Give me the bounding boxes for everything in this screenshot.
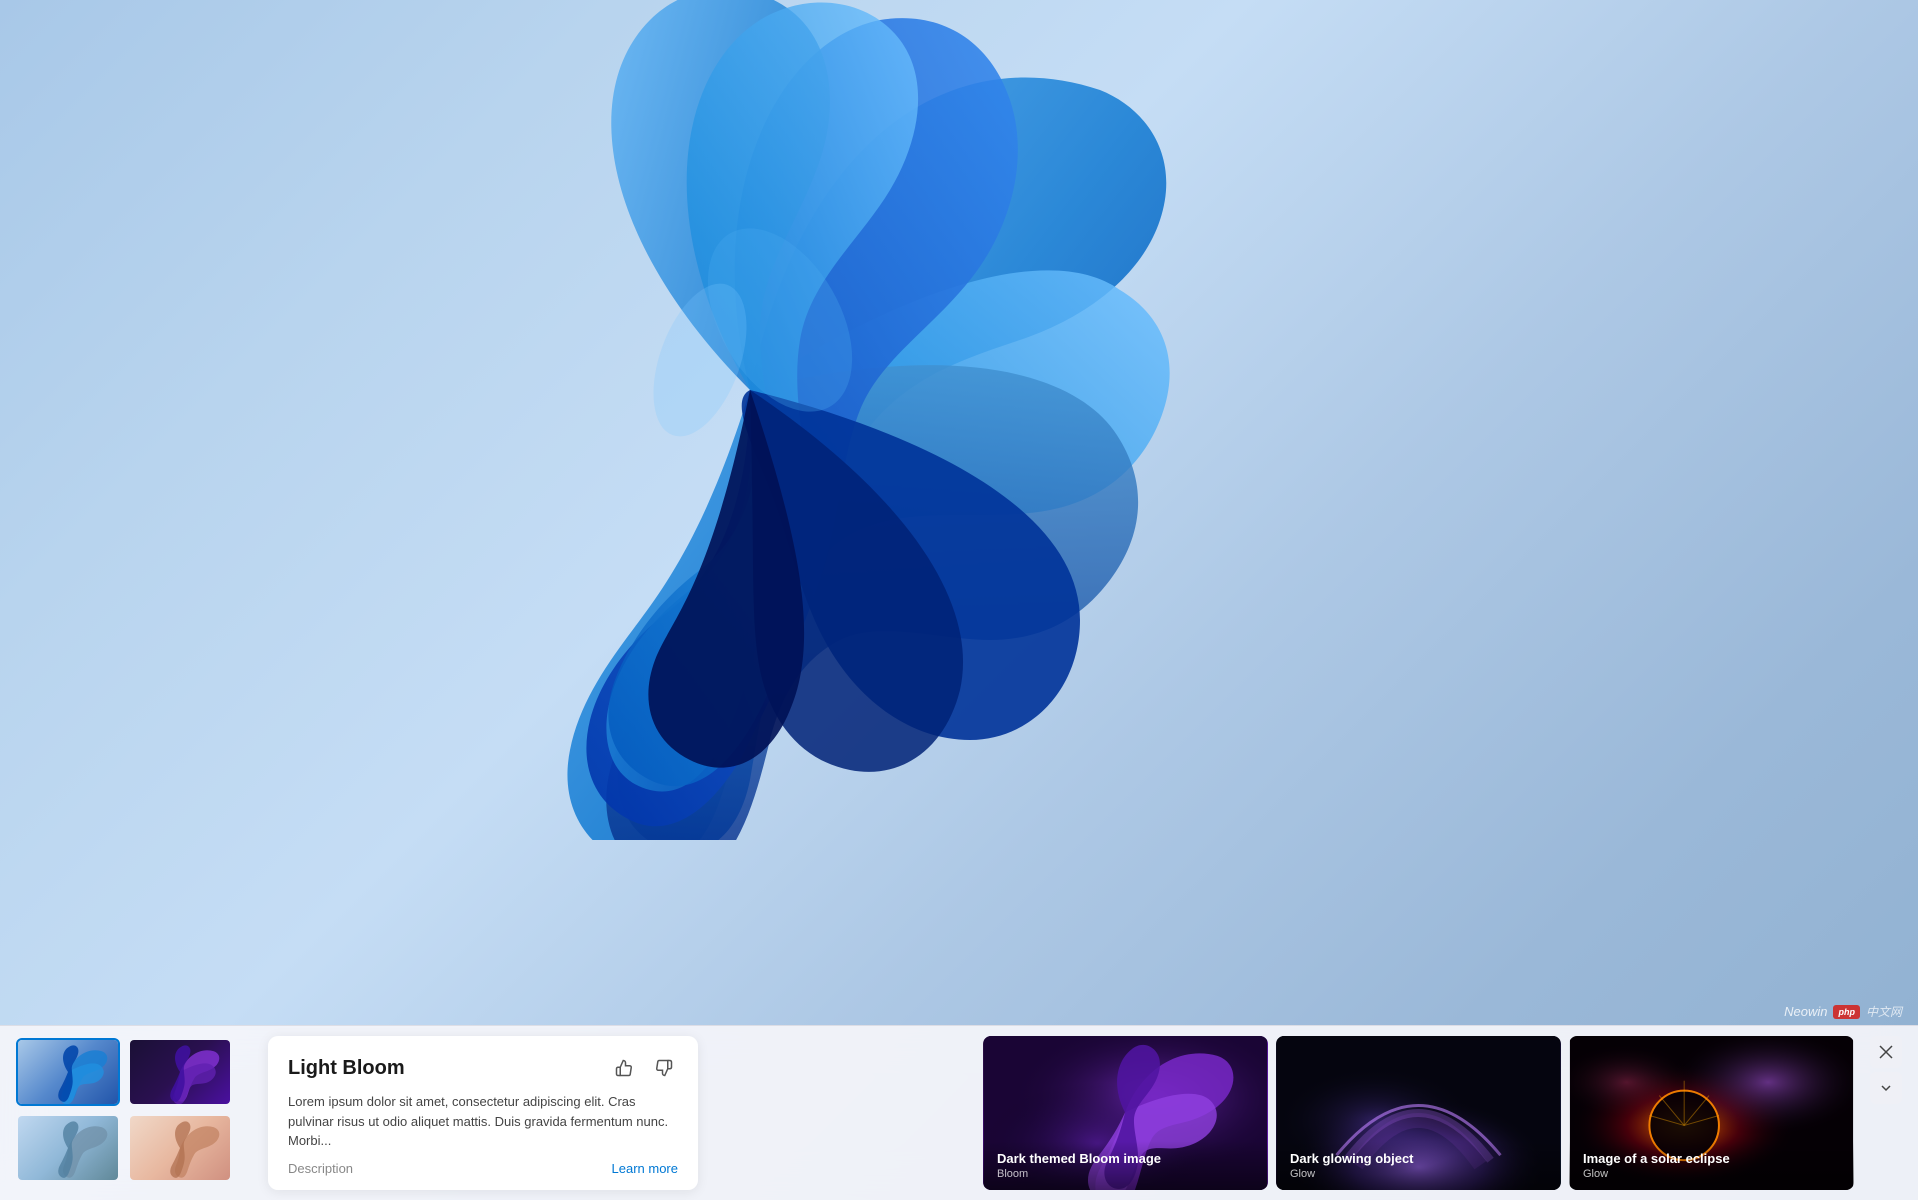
card-overlay-solar: Image of a solar eclipse Glow	[1569, 1141, 1854, 1190]
chinese-text: 中文网	[1866, 1003, 1902, 1020]
thumbnails-section	[0, 1026, 260, 1200]
bottom-panel: Light Bloom L	[0, 1025, 1918, 1200]
thumbnail-pink-bloom[interactable]	[128, 1114, 232, 1182]
info-card-description: Lorem ipsum dolor sit amet, consectetur …	[288, 1092, 678, 1151]
wallpaper-cards: Dark themed Bloom image Bloom	[983, 1026, 1862, 1200]
wallpaper-bloom	[200, 0, 1300, 840]
card-name-dark-glow: Dark glowing object	[1290, 1151, 1547, 1166]
thumb-row-bottom	[16, 1114, 252, 1182]
like-button[interactable]	[610, 1054, 638, 1082]
wallpaper-card-solar[interactable]: Image of a solar eclipse Glow	[1569, 1036, 1854, 1190]
card-type-dark-glow: Glow	[1290, 1168, 1547, 1180]
watermark: Neowin php 中文网	[1784, 1003, 1902, 1020]
info-card-actions	[610, 1054, 678, 1082]
card-overlay-dark-glow: Dark glowing object Glow	[1276, 1141, 1561, 1190]
info-card-header: Light Bloom	[288, 1054, 678, 1082]
watermark-text: Neowin	[1784, 1004, 1827, 1019]
desktop: Light Bloom L	[0, 0, 1918, 1200]
info-card: Light Bloom L	[268, 1036, 698, 1190]
card-name-solar: Image of a solar eclipse	[1583, 1151, 1840, 1166]
card-type-dark-bloom: Bloom	[997, 1168, 1254, 1180]
thumbnail-dark-bloom[interactable]	[128, 1038, 232, 1106]
panel-controls	[1862, 1026, 1918, 1200]
info-card-title: Light Bloom	[288, 1057, 405, 1080]
wallpaper-card-dark-bloom[interactable]: Dark themed Bloom image Bloom	[983, 1036, 1268, 1190]
thumbnail-light-bloom[interactable]	[16, 1038, 120, 1106]
card-type-solar: Glow	[1583, 1168, 1840, 1180]
card-overlay-dark-bloom: Dark themed Bloom image Bloom	[983, 1141, 1268, 1190]
panel-spacer	[698, 1026, 983, 1200]
info-card-footer: Description Learn more	[288, 1161, 678, 1176]
description-label: Description	[288, 1161, 353, 1176]
card-name-dark-bloom: Dark themed Bloom image	[997, 1151, 1254, 1166]
php-badge: php	[1833, 1005, 1860, 1019]
thumb-row-top	[16, 1038, 252, 1106]
wallpaper-card-dark-glow[interactable]: Dark glowing object Glow	[1276, 1036, 1561, 1190]
learn-more-link[interactable]: Learn more	[612, 1161, 678, 1176]
dislike-button[interactable]	[650, 1054, 678, 1082]
thumbnail-blue-gray[interactable]	[16, 1114, 120, 1182]
expand-panel-button[interactable]	[1870, 1072, 1902, 1104]
close-panel-button[interactable]	[1870, 1036, 1902, 1068]
